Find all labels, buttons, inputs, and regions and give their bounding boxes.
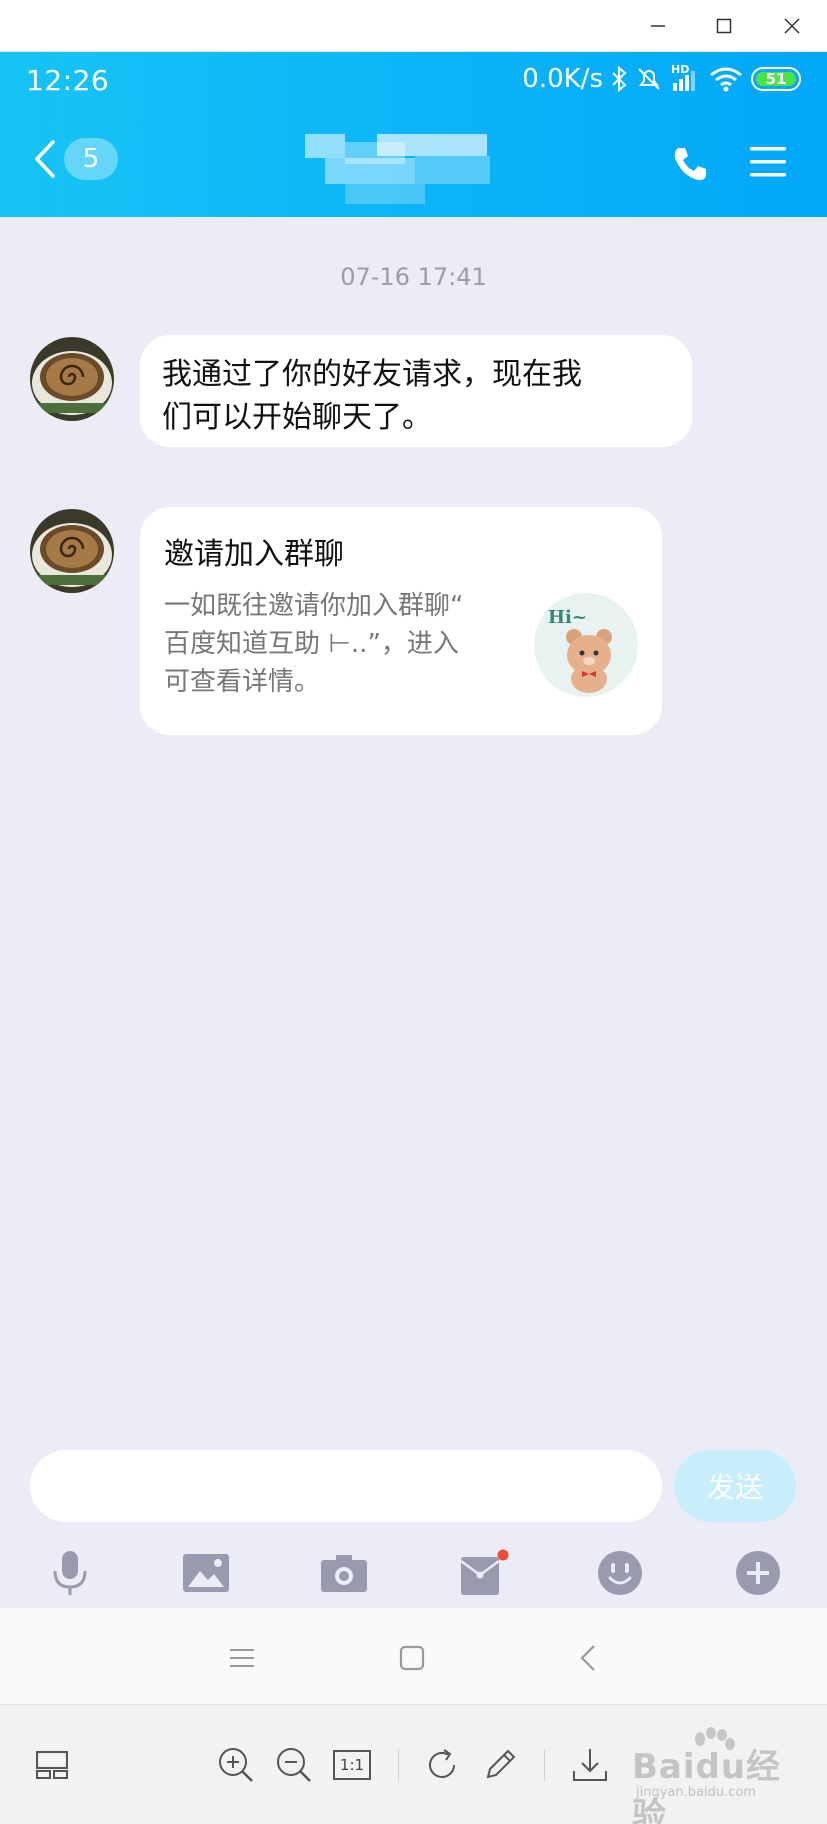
zoom-in-icon xyxy=(219,1748,253,1782)
thumb-hi-text: Hi~ xyxy=(548,607,587,628)
nav-back-button[interactable] xyxy=(568,1638,608,1678)
message-timestamp: 07-16 17:41 xyxy=(340,263,487,291)
chevron-left-icon xyxy=(35,140,55,178)
thumbnails-icon xyxy=(36,1751,68,1779)
card-desc-line: 一如既往邀请你加入群聊“ xyxy=(164,591,464,621)
watermark-text: Baidu经验 xyxy=(632,1747,782,1824)
viewer-toolbar: 1:1 Baidu经验 jingyan.baidu.com xyxy=(0,1704,827,1824)
mute-alarm-icon xyxy=(638,68,660,90)
image-icon xyxy=(183,1554,229,1592)
battery-icon: 51 xyxy=(751,67,801,91)
maximize-button[interactable] xyxy=(704,10,744,42)
message-bubble[interactable]: 我通过了你的好友请求，现在我 们可以开始聊天了。 xyxy=(140,335,692,447)
coffee-avatar-icon xyxy=(30,337,114,421)
signal-bars xyxy=(673,71,695,91)
card-description: 一如既往邀请你加入群聊“ 百度知道互助 ⊢..”，进入 可查看详情。 xyxy=(164,587,504,701)
edit-button[interactable] xyxy=(478,1743,522,1787)
red-packet-button[interactable] xyxy=(455,1545,511,1601)
chat-menu-button[interactable] xyxy=(748,144,788,184)
signal-icon: HD xyxy=(671,63,701,93)
message-text: 我通过了你的好友请求，现在我 们可以开始聊天了。 xyxy=(162,353,670,439)
rotate-button[interactable] xyxy=(420,1743,464,1787)
watermark-url: jingyan.baidu.com xyxy=(636,1785,756,1800)
window-titlebar xyxy=(0,0,827,52)
close-icon xyxy=(784,18,800,34)
back-chevron-icon xyxy=(580,1645,595,1671)
back-button[interactable]: 5 xyxy=(34,138,118,180)
microphone-icon xyxy=(53,1551,87,1595)
status-time: 12:26 xyxy=(26,64,110,97)
minimize-icon xyxy=(651,25,665,27)
message-input[interactable] xyxy=(30,1450,662,1522)
status-icons: 0.0K/s HD 51 xyxy=(522,63,801,94)
image-button[interactable] xyxy=(178,1545,234,1601)
group-invite-card[interactable]: 邀请加入群聊 一如既往邀请你加入群聊“ 百度知道互助 ⊢..”，进入 可查看详情… xyxy=(140,507,662,735)
menu-icon xyxy=(750,147,786,177)
contact-avatar[interactable] xyxy=(30,509,114,593)
emoji-icon xyxy=(598,1551,642,1595)
contact-avatar[interactable] xyxy=(30,337,114,421)
chat-messages[interactable]: 07-16 17:41 我通过了你的好友请求，现在我 们可以开始聊天了。 邀请加… xyxy=(0,217,827,1450)
actual-size-button[interactable]: 1:1 xyxy=(330,1743,374,1787)
phone-icon xyxy=(674,148,706,181)
toolbar-divider xyxy=(544,1749,545,1781)
card-desc-line: 可查看详情。 xyxy=(164,667,321,697)
chat-title-blurred xyxy=(305,134,495,206)
message-text-line: 们可以开始聊天了。 xyxy=(162,400,432,435)
card-title: 邀请加入群聊 xyxy=(164,537,344,572)
system-nav-bar xyxy=(0,1608,827,1704)
unread-count-badge: 5 xyxy=(64,138,118,180)
card-desc-line: 百度知道互助 ⊢..”，进入 xyxy=(164,629,459,659)
camera-button[interactable] xyxy=(316,1545,372,1601)
battery-level: 51 xyxy=(765,70,787,88)
chat-input-bar: 发送 xyxy=(0,1450,827,1608)
home-square-icon xyxy=(399,1645,425,1671)
message-text-line: 我通过了你的好友请求，现在我 xyxy=(162,357,582,392)
toolbar-divider xyxy=(398,1749,399,1781)
download-icon xyxy=(573,1749,607,1781)
coffee-avatar-icon xyxy=(30,509,114,593)
net-speed: 0.0K/s xyxy=(522,64,603,94)
recents-menu-icon xyxy=(230,1649,254,1667)
camera-icon xyxy=(321,1555,367,1592)
zoom-out-button[interactable] xyxy=(272,1743,316,1787)
actual-size-icon: 1:1 xyxy=(333,1750,371,1780)
plus-icon xyxy=(736,1551,780,1595)
download-button[interactable] xyxy=(568,1743,612,1787)
maximize-icon xyxy=(716,18,732,34)
phone-call-button[interactable] xyxy=(670,144,710,188)
baidu-jingyan-watermark: Baidu经验 jingyan.baidu.com xyxy=(632,1727,792,1824)
thumbnail-view-button[interactable] xyxy=(30,1743,74,1787)
minimize-button[interactable] xyxy=(638,10,678,42)
zoom-out-icon xyxy=(277,1748,311,1782)
close-button[interactable] xyxy=(772,10,812,42)
chat-header: 12:26 0.0K/s HD 51 5 xyxy=(0,52,827,217)
voice-button[interactable] xyxy=(42,1545,98,1601)
card-thumbnail: Hi~ xyxy=(534,593,638,697)
pencil-icon xyxy=(486,1749,516,1779)
rotate-icon xyxy=(429,1749,455,1778)
send-button[interactable]: 发送 xyxy=(674,1450,796,1522)
nav-recents-button[interactable] xyxy=(222,1638,262,1678)
nav-home-button[interactable] xyxy=(392,1638,432,1678)
more-button[interactable] xyxy=(730,1545,786,1601)
zoom-in-button[interactable] xyxy=(214,1743,258,1787)
emoji-button[interactable] xyxy=(592,1545,648,1601)
notification-dot xyxy=(497,1549,509,1561)
bluetooth-icon xyxy=(612,66,627,92)
wifi-icon xyxy=(710,67,742,92)
red-packet-icon xyxy=(460,1549,509,1595)
